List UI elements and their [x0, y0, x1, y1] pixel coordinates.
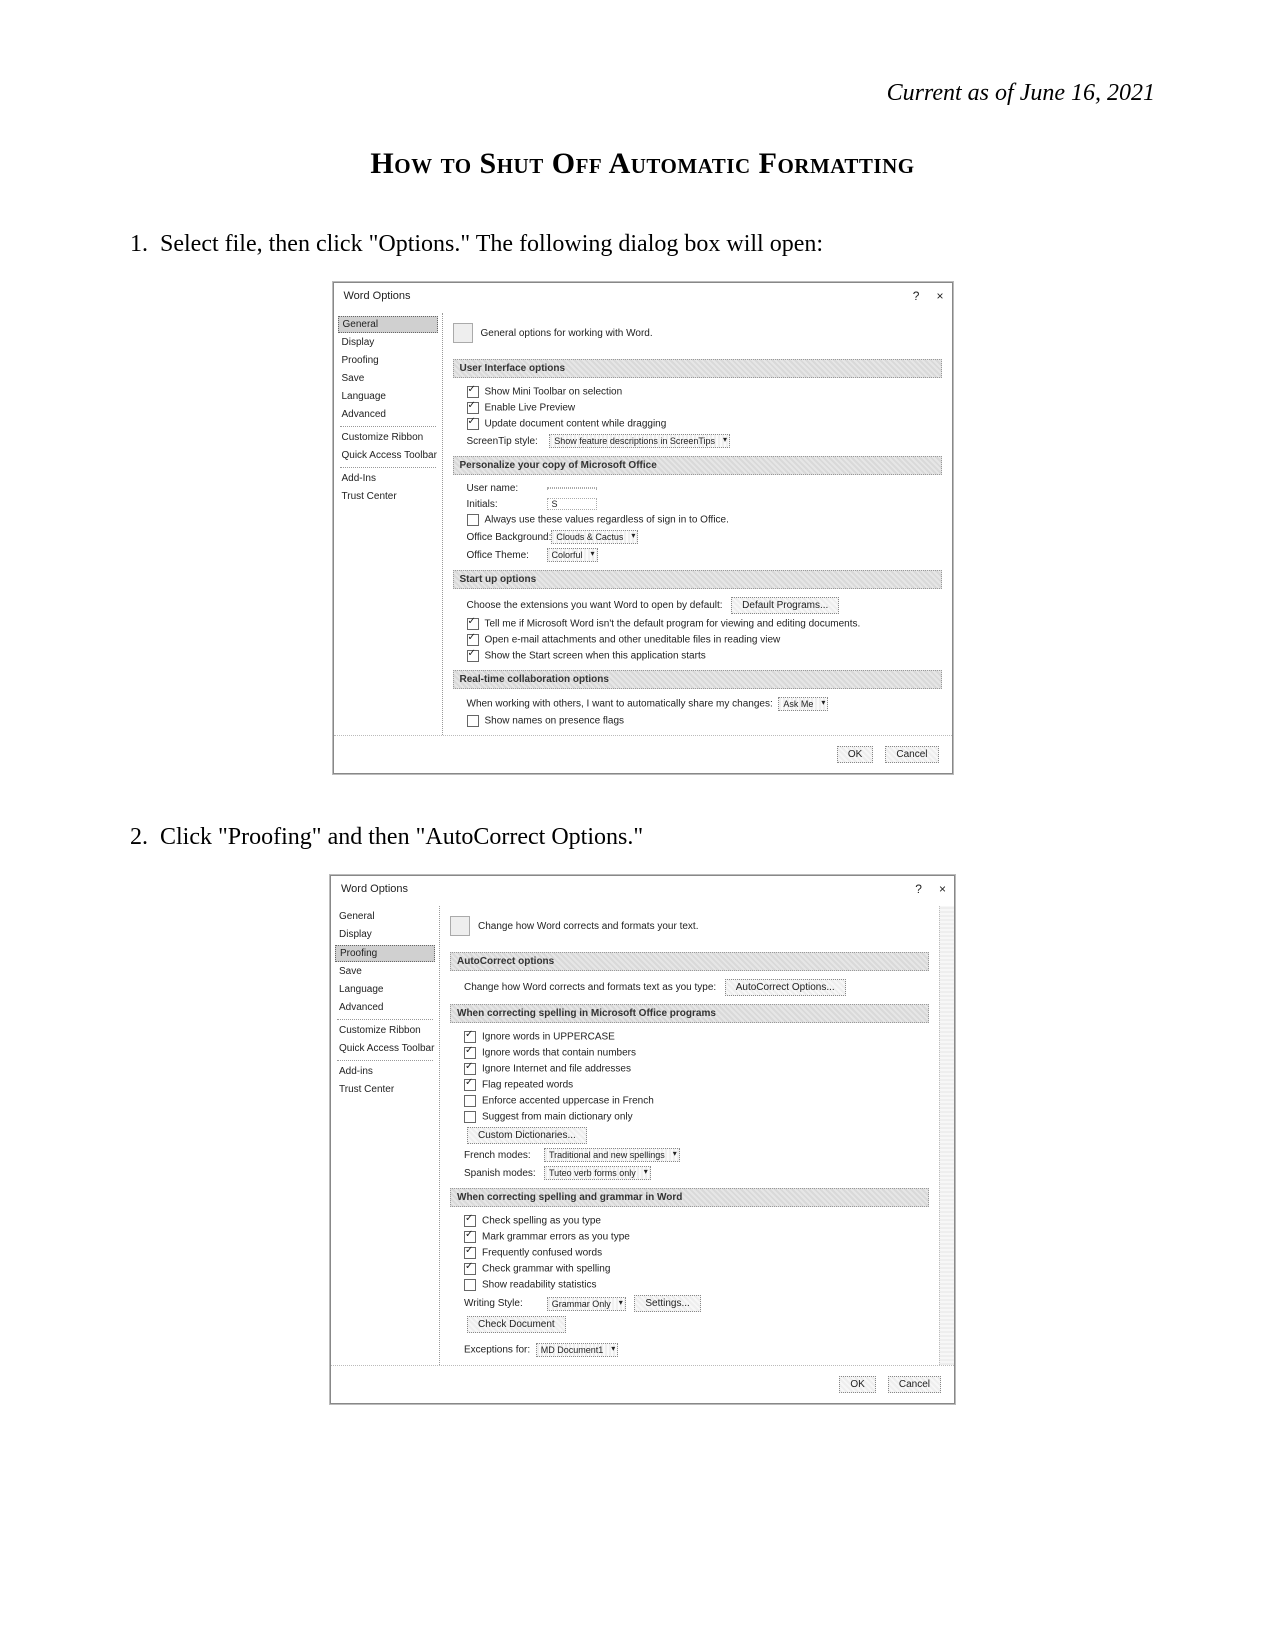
close-icon[interactable]: × — [939, 882, 946, 896]
checkbox[interactable] — [467, 650, 479, 662]
section-startup: Start up options — [453, 570, 942, 589]
sidebar-item-proofing[interactable]: Proofing — [340, 352, 436, 370]
checkbox[interactable] — [467, 386, 479, 398]
sidebar-nav: General Display Proofing Save Language A… — [331, 906, 440, 1365]
checkbox[interactable] — [467, 418, 479, 430]
sidebar-item-trust-center[interactable]: Trust Center — [337, 1081, 433, 1099]
sidebar-item-proofing[interactable]: Proofing — [335, 945, 435, 962]
section-ui: User Interface options — [453, 359, 942, 378]
office-theme-dropdown[interactable]: Colorful — [547, 548, 598, 562]
sidebar-item-general[interactable]: General — [338, 316, 438, 333]
french-modes-dropdown[interactable]: Traditional and new spellings — [544, 1148, 680, 1162]
sidebar-item-display[interactable]: Display — [340, 334, 436, 352]
checkbox[interactable] — [467, 402, 479, 414]
step-2: 2. Click "Proofing" and then "AutoCorrec… — [130, 824, 1155, 851]
checkbox[interactable] — [464, 1279, 476, 1291]
sidebar-item-trust-center[interactable]: Trust Center — [340, 488, 436, 506]
checkbox[interactable] — [464, 1247, 476, 1259]
checkbox[interactable] — [464, 1079, 476, 1091]
checkbox[interactable] — [464, 1047, 476, 1059]
checkbox[interactable] — [464, 1063, 476, 1075]
writing-style-dropdown[interactable]: Grammar Only — [547, 1297, 626, 1311]
scrollbar[interactable] — [939, 906, 954, 1365]
username-input[interactable] — [547, 487, 597, 489]
share-changes-dropdown[interactable]: Ask Me — [778, 697, 828, 711]
step-1: 1. Select file, then click "Options." Th… — [130, 231, 1155, 258]
section-personalize: Personalize your copy of Microsoft Offic… — [453, 456, 942, 475]
help-icon[interactable]: ? — [915, 882, 922, 896]
checkbox[interactable] — [464, 1263, 476, 1275]
section-spelling-word: When correcting spelling and grammar in … — [450, 1188, 929, 1207]
sidebar-item-advanced[interactable]: Advanced — [337, 999, 433, 1017]
intro-text: Change how Word corrects and formats you… — [478, 921, 698, 932]
sidebar-item-language[interactable]: Language — [337, 981, 433, 999]
section-autocorrect: AutoCorrect options — [450, 952, 929, 971]
checkbox[interactable] — [467, 514, 479, 526]
sidebar-item-save[interactable]: Save — [340, 370, 436, 388]
spanish-modes-dropdown[interactable]: Tuteo verb forms only — [544, 1166, 651, 1180]
checkbox[interactable] — [464, 1111, 476, 1123]
default-programs-button[interactable]: Default Programs... — [731, 597, 839, 614]
checkbox[interactable] — [464, 1215, 476, 1227]
cancel-button[interactable]: Cancel — [888, 1376, 941, 1393]
checkbox[interactable] — [464, 1231, 476, 1243]
dialog-title: Word Options — [341, 883, 408, 895]
sidebar-item-qat[interactable]: Quick Access Toolbar — [340, 447, 436, 465]
word-options-dialog-general: Word Options ? × General Display Proofin… — [333, 282, 953, 774]
cancel-button[interactable]: Cancel — [885, 746, 938, 763]
ok-button[interactable]: OK — [839, 1376, 875, 1393]
sidebar-item-customize-ribbon[interactable]: Customize Ribbon — [337, 1022, 433, 1040]
checkbox[interactable] — [464, 1095, 476, 1107]
screentip-dropdown[interactable]: Show feature descriptions in ScreenTips — [549, 434, 730, 448]
page-date: Current as of June 16, 2021 — [130, 80, 1155, 107]
intro-text: General options for working with Word. — [481, 328, 653, 339]
word-options-dialog-proofing: Word Options ? × General Display Proofin… — [330, 875, 955, 1404]
sidebar-item-customize-ribbon[interactable]: Customize Ribbon — [340, 429, 436, 447]
custom-dictionaries-button[interactable]: Custom Dictionaries... — [467, 1127, 587, 1144]
close-icon[interactable]: × — [936, 289, 943, 303]
checkbox[interactable] — [467, 715, 479, 727]
sidebar-nav: General Display Proofing Save Language A… — [334, 313, 443, 735]
settings-button[interactable]: Settings... — [634, 1295, 700, 1312]
autocorrect-options-button[interactable]: AutoCorrect Options... — [725, 979, 846, 996]
dialog-title: Word Options — [344, 290, 411, 302]
sidebar-item-display[interactable]: Display — [337, 926, 433, 944]
proofing-icon — [450, 916, 470, 936]
check-document-button[interactable]: Check Document — [467, 1316, 566, 1333]
exceptions-dropdown[interactable]: MD Document1 — [536, 1343, 619, 1357]
sidebar-item-qat[interactable]: Quick Access Toolbar — [337, 1040, 433, 1058]
help-icon[interactable]: ? — [913, 289, 920, 303]
ok-button[interactable]: OK — [837, 746, 873, 763]
checkbox[interactable] — [464, 1031, 476, 1043]
section-collab: Real-time collaboration options — [453, 670, 942, 689]
checkbox[interactable] — [467, 618, 479, 630]
initials-input[interactable]: S — [547, 498, 597, 510]
page-title: How to Shut Off Automatic Formatting — [130, 147, 1155, 181]
sidebar-item-language[interactable]: Language — [340, 388, 436, 406]
general-icon — [453, 323, 473, 343]
office-bg-dropdown[interactable]: Clouds & Cactus — [551, 530, 638, 544]
section-spelling-office: When correcting spelling in Microsoft Of… — [450, 1004, 929, 1023]
checkbox[interactable] — [467, 634, 479, 646]
sidebar-item-advanced[interactable]: Advanced — [340, 406, 436, 424]
sidebar-item-save[interactable]: Save — [337, 963, 433, 981]
sidebar-item-addins[interactable]: Add-Ins — [340, 470, 436, 488]
sidebar-item-general[interactable]: General — [337, 908, 433, 926]
sidebar-item-addins[interactable]: Add-ins — [337, 1063, 433, 1081]
